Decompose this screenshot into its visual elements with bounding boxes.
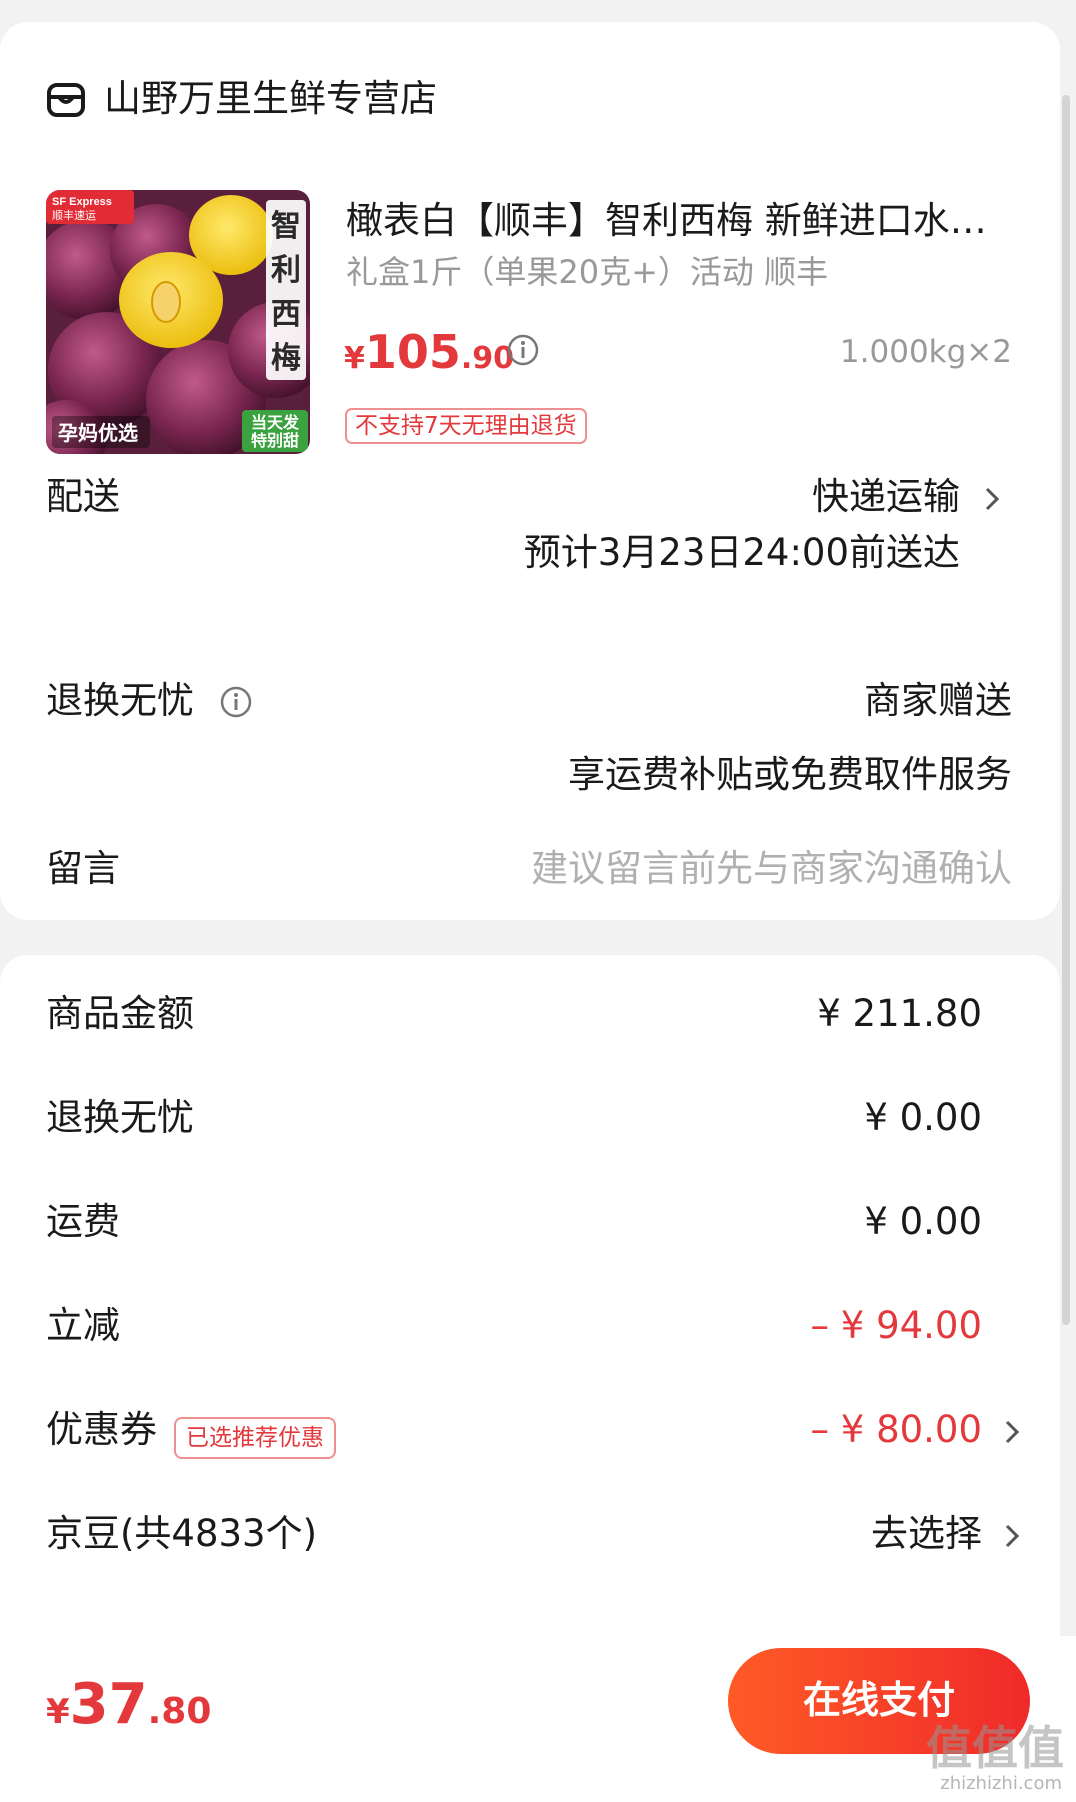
summary-value-coupon[interactable]: – ¥ 80.00 bbox=[811, 1405, 983, 1455]
delivery-label: 配送 bbox=[46, 475, 120, 518]
total-price: ¥37.80 bbox=[46, 1670, 211, 1753]
svg-text:特别甜: 特别甜 bbox=[251, 431, 299, 450]
product-price: ¥105.90 bbox=[344, 322, 514, 393]
watermark-url: zhizhizhi.com bbox=[940, 1773, 1062, 1794]
coupon-recommended-tag: 已选推荐优惠 bbox=[174, 1417, 336, 1459]
summary-label-jingdou[interactable]: 京豆(共4833个) bbox=[46, 1509, 317, 1559]
info-icon[interactable] bbox=[506, 333, 540, 367]
total-integer: 37 bbox=[69, 1672, 148, 1737]
svg-text:利: 利 bbox=[271, 253, 301, 288]
delivery-method[interactable]: 快递运输 bbox=[812, 472, 960, 522]
watermark: 值值值 bbox=[926, 1721, 1064, 1775]
store-icon bbox=[47, 83, 85, 117]
order-card: 山野万里生鲜专营店 SF Express 顺丰速运 智 利 西 梅 孕妈优选 当… bbox=[0, 22, 1060, 920]
summary-value-returns: ¥ 0.00 bbox=[864, 1096, 982, 1139]
message-input[interactable]: 建议留言前先与商家沟通确认 bbox=[531, 844, 1012, 894]
returns-description: 享运费补贴或免费取件服务 bbox=[568, 753, 1012, 796]
price-symbol: ¥ bbox=[344, 341, 365, 376]
chevron-right-icon[interactable] bbox=[1002, 1418, 1022, 1446]
shop-name[interactable]: 山野万里生鲜专营店 bbox=[104, 74, 437, 124]
price-integer: 105 bbox=[364, 325, 461, 379]
summary-value-goods: ¥ 211.80 bbox=[817, 992, 982, 1035]
svg-text:智: 智 bbox=[271, 209, 301, 244]
product-spec: 礼盒1斤（单果20克+）活动 顺丰 bbox=[346, 253, 829, 291]
plum-photo: SF Express 顺丰速运 智 利 西 梅 孕妈优选 当天发 特别甜 bbox=[46, 190, 310, 454]
product-title[interactable]: 橄表白【顺丰】智利西梅 新鲜进口水… bbox=[346, 196, 1016, 246]
returns-label: 退换无忧 bbox=[46, 679, 194, 722]
product-image[interactable]: SF Express 顺丰速运 智 利 西 梅 孕妈优选 当天发 特别甜 bbox=[46, 190, 310, 454]
svg-text:当天发: 当天发 bbox=[251, 413, 300, 432]
total-symbol: ¥ bbox=[46, 1692, 70, 1732]
delivery-eta: 预计3月23日24:00前送达 bbox=[523, 531, 960, 574]
sf-badge-text: SF Express bbox=[52, 196, 112, 208]
jingdou-select[interactable]: 去选择 bbox=[871, 1509, 982, 1559]
chevron-right-icon[interactable] bbox=[982, 485, 1002, 513]
chevron-right-icon[interactable] bbox=[1002, 1522, 1022, 1550]
no-return-tag: 不支持7天无理由退货 bbox=[345, 408, 587, 444]
svg-text:梅: 梅 bbox=[271, 341, 301, 376]
svg-text:西: 西 bbox=[271, 297, 301, 332]
returns-value: 商家赠送 bbox=[864, 679, 1012, 722]
total-decimal: .80 bbox=[147, 1691, 212, 1732]
summary-value-shipping: ¥ 0.00 bbox=[864, 1200, 982, 1243]
summary-label-shipping: 运费 bbox=[46, 1200, 120, 1243]
summary-label-goods: 商品金额 bbox=[46, 992, 194, 1035]
scrollbar[interactable] bbox=[1062, 95, 1070, 1325]
product-quantity: 1.000kg×2 bbox=[839, 334, 1012, 370]
svg-text:孕妈优选: 孕妈优选 bbox=[58, 421, 138, 445]
summary-label-discount: 立减 bbox=[46, 1304, 120, 1347]
summary-label-returns: 退换无忧 bbox=[46, 1096, 194, 1139]
svg-text:顺丰速运: 顺丰速运 bbox=[52, 209, 96, 222]
info-icon[interactable] bbox=[219, 685, 253, 719]
summary-label-coupon[interactable]: 优惠券 bbox=[46, 1405, 157, 1455]
summary-value-discount: – ¥ 94.00 bbox=[810, 1304, 983, 1347]
message-label: 留言 bbox=[46, 847, 120, 890]
